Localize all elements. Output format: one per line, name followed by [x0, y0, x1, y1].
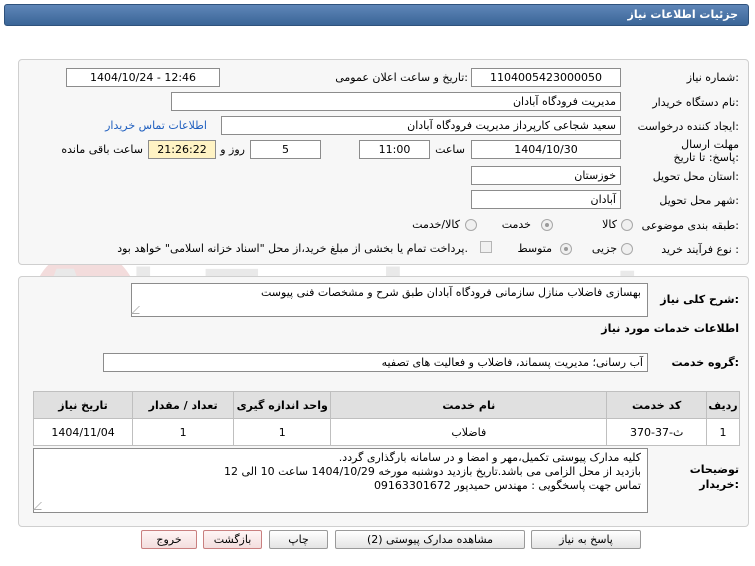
buyer-notes-field: کلیه مدارک پیوستی تکمیل،مهر و امضا و در …: [33, 448, 648, 513]
category-radio-goods-service[interactable]: [465, 219, 477, 231]
cell-service-code: ث-37-370: [606, 418, 708, 446]
buyer-org-field: مدیریت فرودگاه آبادان: [171, 92, 621, 111]
exit-button[interactable]: خروج: [141, 530, 197, 549]
service-group-label: گروه خدمت:: [671, 356, 739, 369]
services-table: ردیف کد خدمت نام خدمت واحد اندازه گیری ت…: [32, 391, 740, 446]
cell-row: 1: [706, 418, 740, 446]
treasury-payment-checkbox[interactable]: [480, 241, 492, 253]
buyer-org-label: نام دستگاه خریدار:: [652, 96, 739, 109]
announce-datetime-field: 1404/10/24 - 12:46: [66, 68, 220, 87]
creator-label: ایجاد کننده درخواست:: [637, 120, 739, 133]
deadline-time-field: 11:00: [359, 140, 430, 159]
remaining-time-field: 21:26:22: [148, 140, 216, 159]
col-row: ردیف: [706, 391, 740, 419]
creator-field: سعید شجاعی کارپرداز مدیریت فرودگاه آبادا…: [221, 116, 621, 135]
table-row: 1 ث-37-370 فاضلاب 1 1 1404/11/04: [32, 418, 740, 446]
cell-service-name: فاضلاب: [330, 418, 608, 446]
need-number-label: شماره نیاز:: [686, 71, 739, 84]
cell-quantity: 1: [132, 418, 235, 446]
print-button[interactable]: چاپ: [269, 530, 328, 549]
summary-label: شرح کلی نیاز:: [660, 293, 739, 306]
purchase-type-label: نوع فرآیند خرید :: [661, 243, 739, 256]
deadline-label: مهلت ارسال پاسخ: تا تاریخ:: [673, 138, 739, 164]
category-option-service: خدمت: [501, 218, 531, 231]
back-button[interactable]: بازگشت: [203, 530, 262, 549]
category-label: طبقه بندی موضوعی:: [641, 219, 739, 232]
remaining-time-label: ساعت باقی مانده: [61, 143, 143, 156]
buyer-note-line: تماس جهت پاسخگویی : مهندس حمیدپور 091633…: [373, 479, 641, 492]
purchase-radio-minor[interactable]: [621, 243, 633, 255]
need-summary-field: بهسازی فاضلاب منازل سازمانی فرودگاه آباد…: [131, 283, 648, 317]
buyer-note-line: کلیه مدارک پیوستی تکمیل،مهر و امضا و در …: [338, 451, 641, 464]
deadline-date-field: 1404/10/30: [471, 140, 621, 159]
category-radio-goods[interactable]: [621, 219, 633, 231]
cell-need-date: 1404/11/04: [32, 418, 134, 446]
purchase-option-minor: جزیی: [591, 242, 617, 255]
need-info-panel: [18, 59, 749, 265]
reply-button[interactable]: پاسخ به نیاز: [531, 530, 641, 549]
remaining-days-field: 5: [250, 140, 321, 159]
services-table-header: ردیف کد خدمت نام خدمت واحد اندازه گیری ت…: [32, 391, 740, 419]
view-attachments-button[interactable]: مشاهده مدارک پیوستی (2): [335, 530, 525, 549]
col-unit: واحد اندازه گیری: [233, 391, 332, 419]
treasury-payment-note: پرداخت تمام یا بخشی از مبلغ خرید،از محل …: [117, 242, 468, 255]
col-service-name: نام خدمت: [330, 391, 608, 419]
category-option-goods: کالا: [602, 218, 617, 231]
page-title: جزئیات اطلاعات نیاز: [627, 8, 739, 21]
purchase-option-medium: متوسط: [517, 242, 552, 255]
cell-unit: 1: [233, 418, 332, 446]
deadline-time-label: ساعت: [435, 143, 465, 156]
col-quantity: تعداد / مقدار: [132, 391, 235, 419]
services-heading: اطلاعات خدمات مورد نیاز: [601, 322, 739, 335]
buyer-contact-link[interactable]: اطلاعات تماس خریدار: [105, 119, 207, 132]
city-field: آبادان: [471, 190, 621, 209]
buyer-notes-label: توضیحات خریدار:: [689, 463, 739, 491]
category-radio-service[interactable]: [541, 219, 553, 231]
col-need-date: تاریخ نیاز: [32, 391, 134, 419]
city-label: شهر محل تحویل:: [659, 194, 739, 207]
buyer-note-line: بازدید از محل الزامی می باشد.تاریخ بازدی…: [224, 465, 641, 478]
service-group-field: آب رسانی؛ مدیریت پسماند، فاضلاب و فعالیت…: [103, 353, 648, 372]
category-option-goods-service: کالا/خدمت: [412, 218, 460, 231]
province-field: خوزستان: [471, 166, 621, 185]
province-label: استان محل تحویل:: [652, 170, 739, 183]
purchase-radio-medium[interactable]: [560, 243, 572, 255]
page-header: جزئیات اطلاعات نیاز: [4, 4, 749, 26]
need-number-field: 1104005423000050: [471, 68, 621, 87]
days-label: روز و: [220, 143, 245, 156]
col-service-code: کد خدمت: [606, 391, 708, 419]
announce-datetime-label: تاریخ و ساعت اعلان عمومی:: [335, 71, 468, 84]
